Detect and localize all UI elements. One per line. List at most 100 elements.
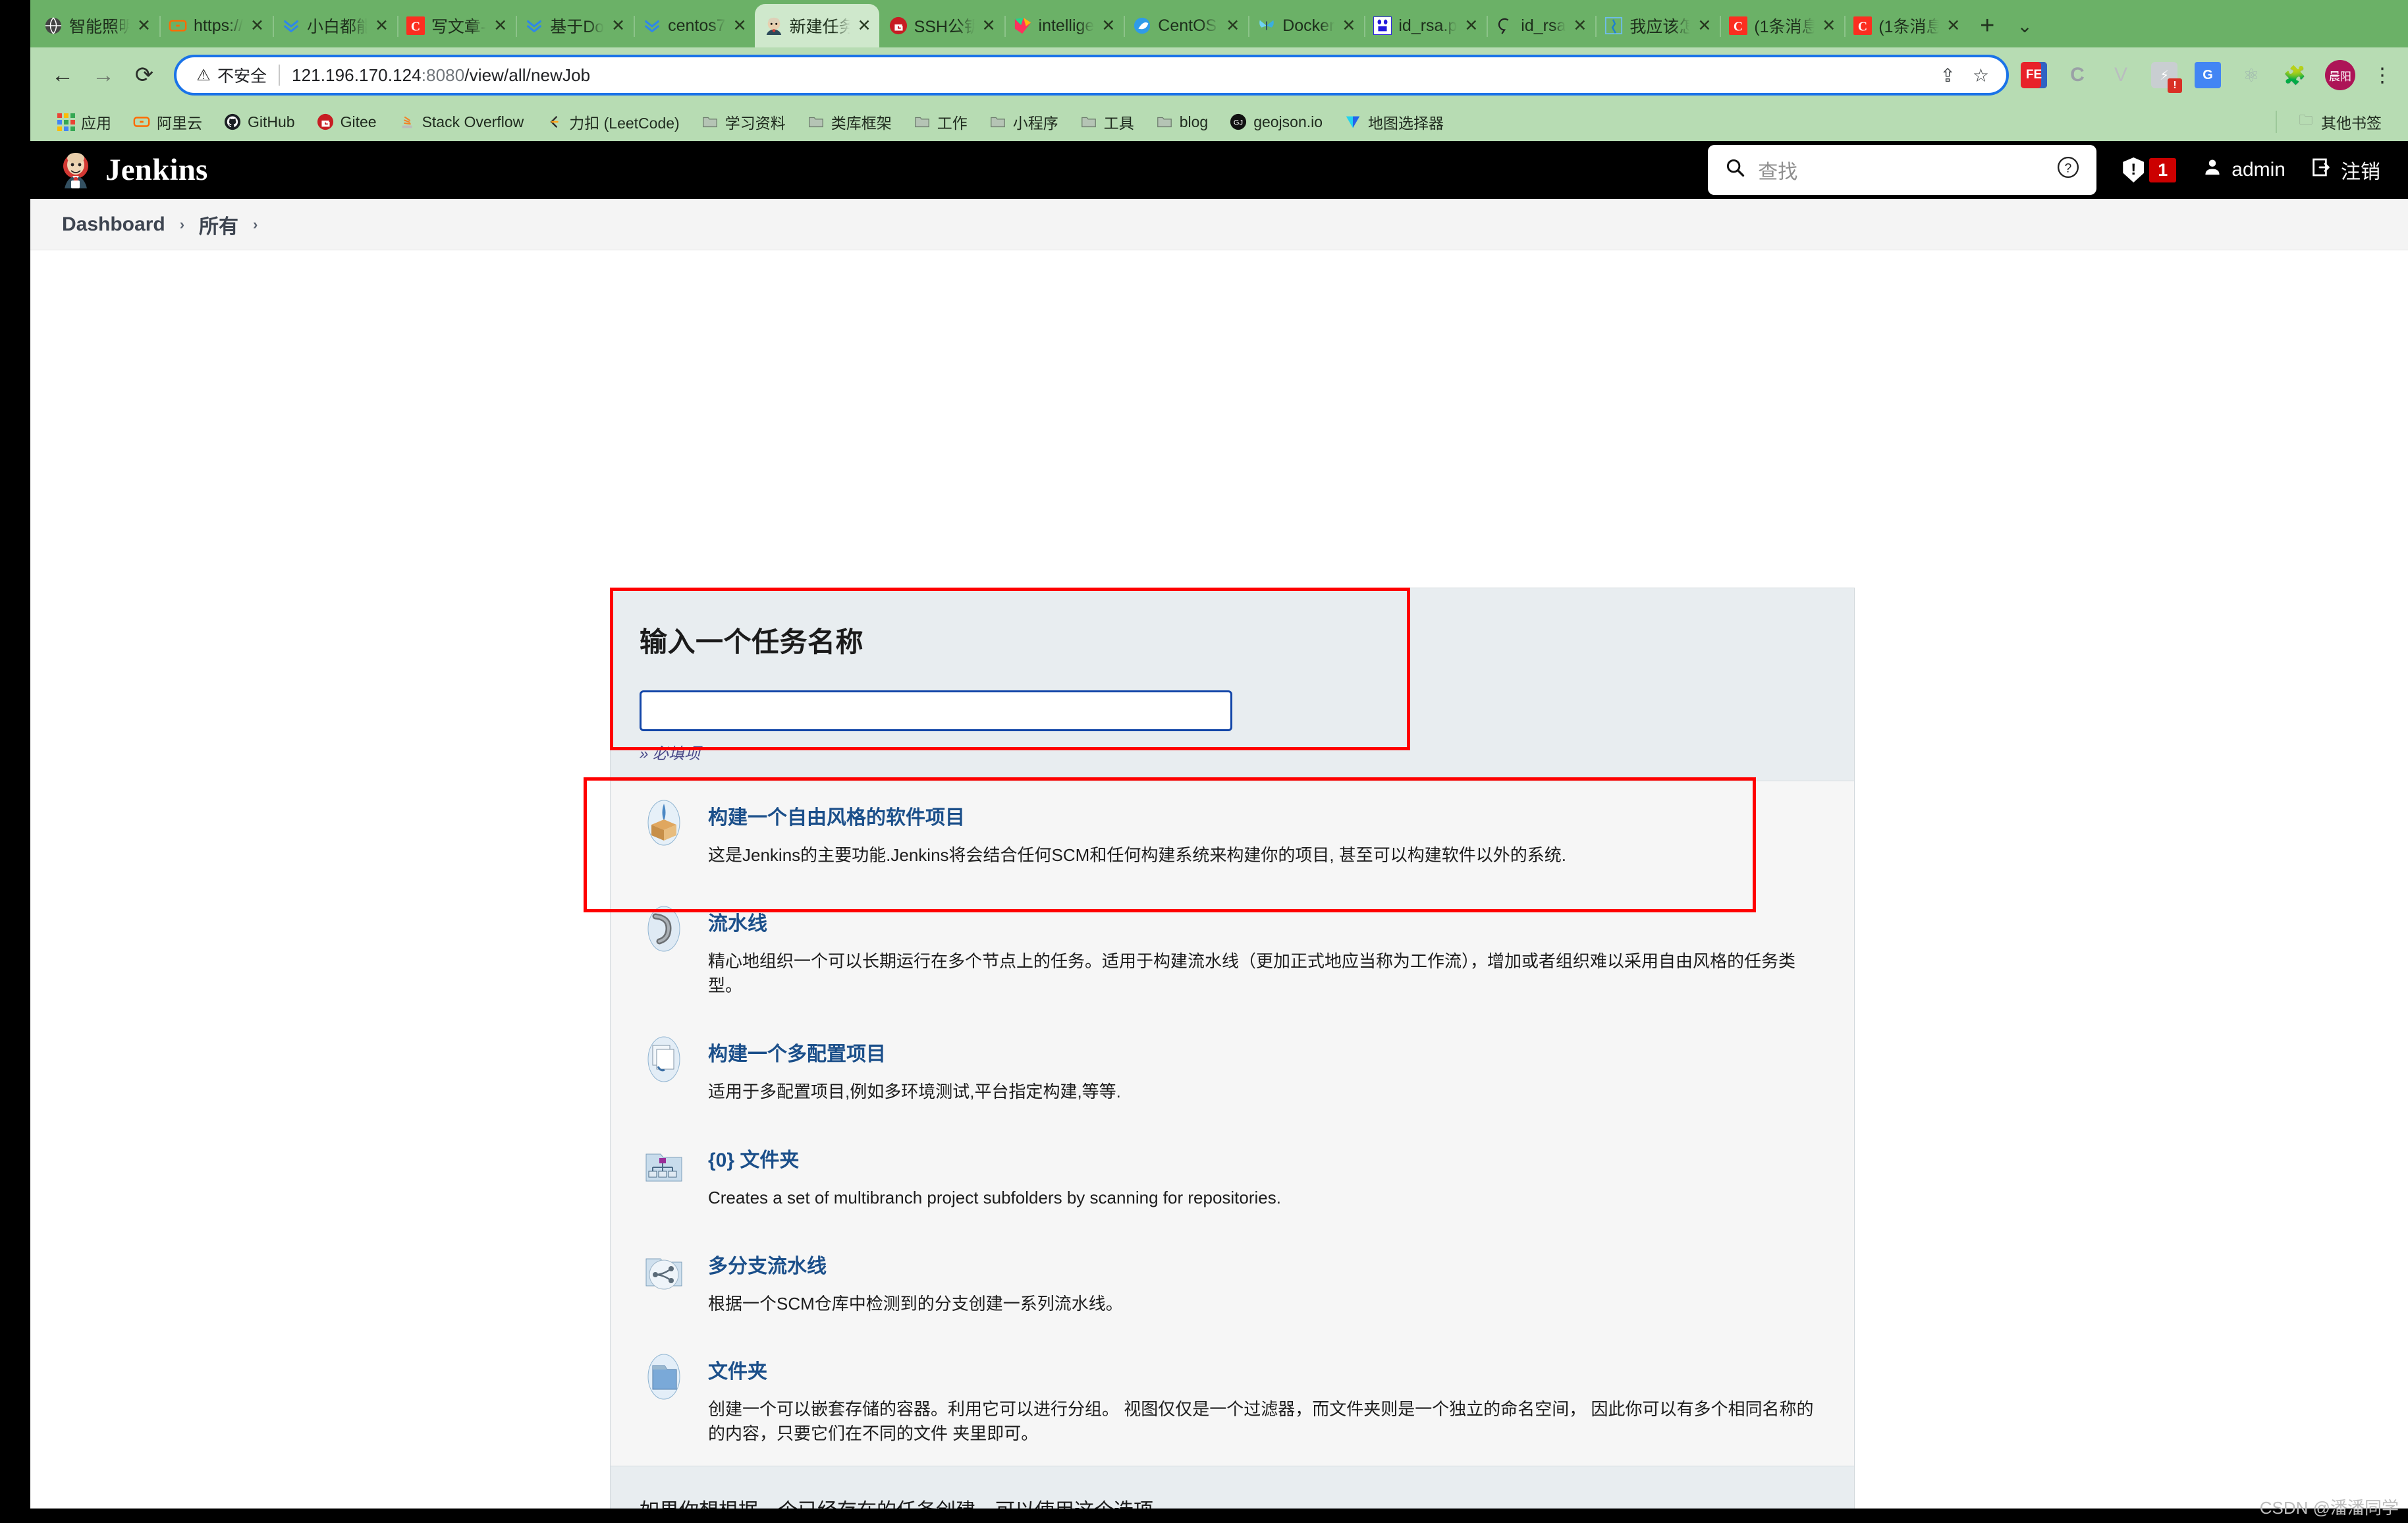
bookmark-item[interactable]: 工作 bbox=[902, 111, 978, 133]
job-type-title[interactable]: 文件夹 bbox=[708, 1355, 1825, 1384]
browser-tab[interactable]: id_rsa ✕ bbox=[1486, 4, 1597, 47]
pipeline-icon bbox=[640, 904, 688, 953]
tab-close-icon[interactable]: ✕ bbox=[1945, 16, 1961, 36]
job-type-item[interactable]: {0} 文件夹 Creates a set of multibranch proj… bbox=[611, 1124, 1854, 1230]
bookmark-label: 阿里云 bbox=[157, 115, 202, 132]
bookmark-item[interactable]: Stack Overflow bbox=[387, 113, 535, 131]
job-type-title[interactable]: 多分支流水线 bbox=[708, 1250, 1825, 1279]
bookmark-item[interactable]: GJ geojson.io bbox=[1218, 113, 1333, 131]
tab-close-icon[interactable]: ✕ bbox=[136, 16, 152, 36]
bookmark-item[interactable]: GitHub bbox=[213, 113, 306, 131]
bookmark-label: GitHub bbox=[248, 113, 295, 130]
tab-close-icon[interactable]: ✕ bbox=[1224, 16, 1241, 36]
browser-tab[interactable]: Docker ✕ bbox=[1247, 4, 1366, 47]
baidu-favicon-icon bbox=[1373, 16, 1392, 36]
tab-close-icon[interactable]: ✕ bbox=[1572, 16, 1588, 36]
tab-close-icon[interactable]: ✕ bbox=[856, 16, 873, 36]
google-translate-extension-icon[interactable]: G bbox=[2195, 62, 2221, 88]
browser-tab[interactable]: C (1条消息 ✕ bbox=[1844, 4, 1968, 47]
fe-helper-extension-icon[interactable]: FE bbox=[2021, 62, 2047, 88]
bookmark-item[interactable]: blog bbox=[1145, 113, 1218, 131]
react-devtools-extension-icon[interactable]: ⚛ bbox=[2238, 62, 2264, 88]
bookmark-item[interactable]: 阿里云 bbox=[122, 111, 213, 133]
flash-extension-icon[interactable]: ⚡ ! bbox=[2151, 62, 2182, 93]
reload-button[interactable]: ⟳ bbox=[124, 55, 165, 96]
bookmark-label: 地图选择器 bbox=[1368, 115, 1444, 132]
tab-close-icon[interactable]: ✕ bbox=[981, 16, 997, 36]
breadcrumb-item-all[interactable]: 所有 bbox=[199, 210, 238, 239]
tab-close-icon[interactable]: ✕ bbox=[492, 16, 508, 36]
tab-close-icon[interactable]: ✕ bbox=[249, 16, 265, 36]
folder-icon bbox=[701, 113, 719, 131]
browser-tab[interactable]: 小白都能 ✕ bbox=[272, 4, 398, 47]
browser-tab[interactable]: C (1条消息 ✕ bbox=[1719, 4, 1846, 47]
job-type-body: 多分支流水线 根据一个SCM仓库中检测到的分支创建一系列流水线。 bbox=[708, 1247, 1825, 1316]
tab-title: (1条消息 bbox=[1878, 18, 1940, 36]
address-bar[interactable]: ⚠ 不安全 121.196.170.124:8080/view/all/newJ… bbox=[174, 55, 2009, 96]
bookmark-other[interactable]: 🗀 其他书签 bbox=[2286, 111, 2392, 133]
job-type-title[interactable]: 构建一个自由风格的软件项目 bbox=[708, 801, 1825, 830]
vue-devtools-extension-icon[interactable]: V bbox=[2108, 62, 2134, 88]
logout-link[interactable]: 注销 bbox=[2312, 155, 2380, 184]
job-type-title[interactable]: {0} 文件夹 bbox=[708, 1144, 1825, 1173]
browser-tab[interactable]: id_rsa.p ✕ bbox=[1363, 4, 1489, 47]
job-type-body: 构建一个自由风格的软件项目 这是Jenkins的主要功能.Jenkins将会结合任… bbox=[708, 798, 1825, 868]
bookmark-item[interactable]: 应用 bbox=[46, 111, 122, 133]
new-tab-button[interactable]: + bbox=[1980, 13, 1994, 38]
job-type-item[interactable]: 多分支流水线 根据一个SCM仓库中检测到的分支创建一系列流水线。 bbox=[611, 1230, 1854, 1336]
job-name-input[interactable] bbox=[640, 690, 1232, 731]
browser-tab[interactable]: 我应该怎 ✕ bbox=[1595, 4, 1722, 47]
search-box[interactable]: 查找 ? bbox=[1708, 145, 2097, 195]
back-button[interactable]: ← bbox=[42, 55, 83, 96]
bookmark-item[interactable]: Gitee bbox=[306, 113, 387, 131]
bookmark-star-icon[interactable]: ☆ bbox=[1973, 65, 1989, 86]
tab-close-icon[interactable]: ✕ bbox=[1340, 16, 1357, 36]
bookmark-item[interactable]: 小程序 bbox=[978, 111, 1069, 133]
profile-avatar[interactable]: 晨阳 bbox=[2325, 60, 2355, 90]
folder-icon bbox=[1155, 113, 1174, 131]
job-type-title[interactable]: 流水线 bbox=[708, 907, 1825, 936]
browser-tab[interactable]: https:// ✕ bbox=[159, 4, 274, 47]
bookmark-item[interactable]: 地图选择器 bbox=[1333, 111, 1454, 133]
tab-close-icon[interactable]: ✕ bbox=[1820, 16, 1837, 36]
user-menu[interactable]: admin bbox=[2203, 157, 2285, 182]
browser-tab[interactable]: 新建任务 ✕ bbox=[754, 4, 879, 47]
browser-tab[interactable]: centos7 ✕ bbox=[633, 4, 755, 47]
jenkins-logo-link[interactable]: Jenkins bbox=[58, 152, 208, 188]
bookmark-item[interactable]: 类库框架 bbox=[796, 111, 902, 133]
browser-tab[interactable]: CentOS7 ✕ bbox=[1123, 4, 1250, 47]
chrome-menu-icon[interactable]: ⋮ bbox=[2372, 64, 2392, 87]
job-type-item[interactable]: 流水线 精心地组织一个可以长期运行在多个节点上的任务。适用于构建流水线（更加正式地… bbox=[611, 887, 1854, 1018]
bookmark-item[interactable]: 学习资料 bbox=[690, 111, 796, 133]
puzzle-extensions-menu-icon[interactable]: 🧩 bbox=[2282, 62, 2308, 88]
job-type-item[interactable]: 构建一个自由风格的软件项目 这是Jenkins的主要功能.Jenkins将会结合任… bbox=[611, 781, 1854, 887]
page-title: 输入一个任务名称 bbox=[640, 626, 864, 657]
gitee-icon bbox=[316, 113, 335, 131]
bookmark-item[interactable]: 力扣 (LeetCode) bbox=[534, 111, 690, 133]
bookmark-item[interactable]: 工具 bbox=[1069, 111, 1145, 133]
browser-tab[interactable]: C 写文章- ✕ bbox=[397, 4, 518, 47]
tab-search-chevron-icon[interactable]: ⌄ bbox=[2017, 15, 2032, 37]
search-help-icon[interactable]: ? bbox=[2057, 156, 2079, 184]
job-type-item[interactable]: 构建一个多配置项目 适用于多配置项目,例如多环境测试,平台指定构建,等等. bbox=[611, 1018, 1854, 1124]
share-icon[interactable]: ⇪ bbox=[1940, 65, 1955, 86]
firefox-favicon-icon bbox=[1132, 16, 1152, 36]
c-extension-icon[interactable]: C bbox=[2064, 62, 2091, 88]
browser-tab[interactable]: intellige ✕ bbox=[1004, 4, 1126, 47]
breadcrumb-item-dashboard[interactable]: Dashboard bbox=[62, 213, 165, 236]
browser-tab[interactable]: 基于Do ✕ bbox=[515, 4, 636, 47]
browser-tab[interactable]: 智能照明 ✕ bbox=[34, 4, 161, 47]
tab-close-icon[interactable]: ✕ bbox=[610, 16, 626, 36]
tab-close-icon[interactable]: ✕ bbox=[732, 16, 748, 36]
tab-close-icon[interactable]: ✕ bbox=[1696, 16, 1712, 36]
tab-close-icon[interactable]: ✕ bbox=[1463, 16, 1479, 36]
job-type-title[interactable]: 构建一个多配置项目 bbox=[708, 1038, 1825, 1066]
multibranch-pipeline-icon bbox=[640, 1247, 688, 1296]
forward-button[interactable]: → bbox=[83, 55, 124, 96]
browser-tab[interactable]: SSH公钥 ✕ bbox=[879, 4, 1006, 47]
tab-close-icon[interactable]: ✕ bbox=[373, 16, 390, 36]
folder-icon bbox=[807, 113, 825, 131]
alerts-indicator[interactable]: ! 1 bbox=[2123, 157, 2177, 182]
tab-close-icon[interactable]: ✕ bbox=[1100, 16, 1116, 36]
job-type-item[interactable]: 文件夹 创建一个可以嵌套存储的容器。利用它可以进行分组。 视图仅仅是一个过滤器，而… bbox=[611, 1335, 1854, 1466]
